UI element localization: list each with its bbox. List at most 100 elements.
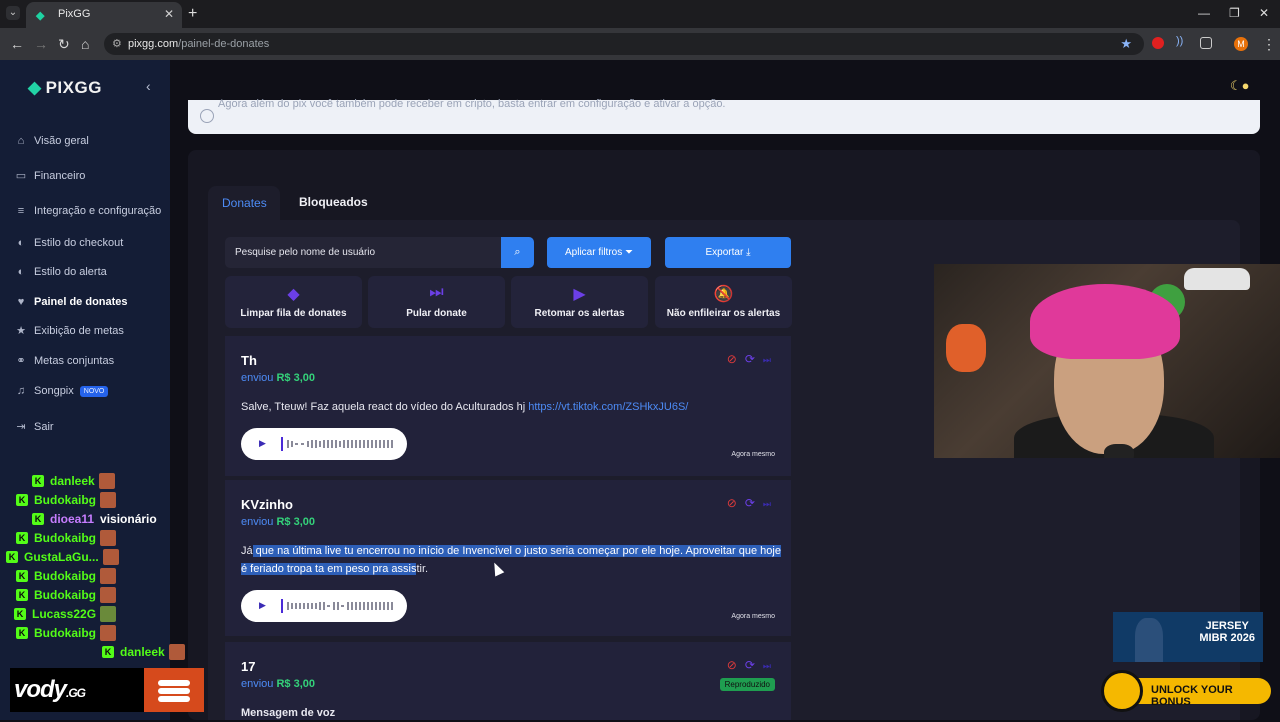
bonus-logo-icon [1101,670,1143,712]
url-field[interactable]: ⚙ pixgg.com/painel-de-donates ★ [104,33,1144,55]
sidebar-item-integracao[interactable]: ≡ Integração e configuração [14,201,161,221]
minimize-icon[interactable]: — [1198,6,1210,20]
player-figure-shape [1135,618,1163,662]
lamp-shape [946,324,986,372]
block-icon[interactable]: ⊘ [727,352,737,366]
donation-message: Já que na última live tu encerrou no iní… [241,545,781,575]
new-tab-button[interactable]: + [188,5,197,23]
extensions-puzzle-icon[interactable] [1200,37,1212,49]
home-browser-icon[interactable]: ⌂ [81,36,89,52]
chat-message: K Budokaibg [16,624,116,642]
sidebar-item-songpix[interactable]: ♫ Songpix NOVO [14,381,109,401]
donation-time: Agora mesmo [731,451,775,458]
chat-message: Kdanleek [32,472,115,490]
play-audio-icon[interactable]: ▶ [259,438,266,449]
toy-car-shape [1184,268,1250,290]
clear-queue-button[interactable]: ◆ Limpar fila de donates [225,276,362,328]
bookmark-star-icon[interactable]: ★ [1120,36,1132,52]
search-button[interactable]: ⌕ [501,237,534,268]
no-queue-alerts-button[interactable]: 🔕 Não enfileirar os alertas [655,276,792,328]
extension-red-icon[interactable] [1152,37,1164,49]
wallet-icon: ▭ [15,170,27,182]
sidebar-item-estilo-checkout[interactable]: ◐ Estilo do checkout [14,233,124,253]
pixgg-logo[interactable]: ◆ PIXGG [28,78,102,98]
sidebar-item-sair[interactable]: ⇥ Sair [14,417,53,437]
sidebar-item-painel-donates[interactable]: ♥ Painel de donates [14,292,128,312]
extension-wave-icon[interactable]: )) [1176,35,1188,47]
donation-link[interactable]: https://vt.tiktok.com/ZSHkxJU6S/ [528,401,688,413]
site-info-icon[interactable]: ⚙ [112,37,122,50]
browser-menu-icon[interactable]: ⋮ [1262,36,1276,53]
info-banner: Agora além do pix você também pode receb… [188,98,1260,134]
apply-filters-button[interactable]: Aplicar filtros ⏷ [547,237,651,268]
emote-icon [100,625,116,641]
logout-icon: ⇥ [16,421,26,433]
chat-message: K Budokaibg [16,586,116,604]
donation-actions: ⊘ ⟳ ⏭ [727,658,771,672]
skip-small-icon[interactable]: ⏭ [763,499,771,509]
skip-small-icon[interactable]: ⏭ [763,661,771,671]
close-tab-icon[interactable]: ✕ [164,7,174,21]
chat-message: Kdioea11 visionário [32,510,157,528]
block-icon[interactable]: ⊘ [727,496,737,510]
sidebar-item-exibicao-metas[interactable]: ★ Exibição de metas [14,321,124,341]
tab-title: PixGG [58,8,91,20]
sidebar-item-visao-geral[interactable]: ⌂ Visão geral [14,131,89,151]
webcam-overlay [934,264,1280,458]
audio-waveform [281,599,393,613]
donor-name: Th [241,353,257,368]
forward-icon[interactable]: → [34,36,48,52]
home-icon: ⌂ [17,135,25,147]
export-button[interactable]: Exportar ⤓ [665,237,791,268]
emote-icon [100,530,116,546]
sidebar-item-financeiro[interactable]: ▭ Financeiro [14,166,86,186]
tab-donates[interactable]: Donates [208,186,280,222]
block-icon[interactable]: ⊘ [727,658,737,672]
donation-message: Mensagem de voz [241,707,336,719]
mibr-jersey-ad: JERSEY MIBR 2026 [1113,612,1263,662]
unlock-bonus-overlay: UNLOCK YOUR BONUS [1101,670,1271,712]
sidebar-item-metas-conjuntas[interactable]: ⚭ Metas conjuntas [14,351,114,371]
donor-name: 17 [241,659,256,674]
chat-message: K GustaLaGu... [6,548,119,566]
search-input[interactable] [225,237,501,268]
reload-icon[interactable]: ↻ [58,36,70,53]
skip-donate-button[interactable]: ⏭ Pular donate [368,276,505,328]
back-icon[interactable]: ← [10,36,24,52]
emote-icon [102,549,119,565]
kick-badge-icon: K [16,494,28,506]
kick-badge-icon: K [16,532,28,544]
donation-amount-line: enviou R$ 3,00 [241,516,316,528]
donation-item: Th enviou R$ 3,00 ⊘ ⟳ ⏭ Salve, Tteuw! Faz … [225,336,791,476]
play-audio-icon[interactable]: ▶ [259,600,266,611]
resume-alerts-button[interactable]: ▶ Retomar os alertas [511,276,648,328]
kick-badge-icon: K [32,513,44,525]
chat-message: K Budokaibg [16,567,116,585]
restore-icon[interactable]: ❐ [1229,6,1240,20]
replay-icon[interactable]: ⟳ [745,352,755,366]
replay-icon[interactable]: ⟳ [745,496,755,510]
play-icon: ▶ [573,286,586,303]
theme-toggle-icon[interactable]: ☾● [1230,78,1250,94]
tab-search-icon[interactable]: ⌄ [6,6,20,20]
sidebar-item-estilo-alerta[interactable]: ◐ Estilo do alerta [14,262,107,282]
microphone-shape [1104,444,1134,458]
tab-bloqueados[interactable]: Bloqueados [299,195,368,209]
status-badge: Reproduzido [719,678,775,691]
chat-message: K Budokaibg [16,529,116,547]
settings-icon: ≡ [17,205,25,217]
star-icon: ★ [16,325,26,337]
profile-avatar[interactable]: M [1234,37,1248,51]
vody-logo-icon [144,668,204,712]
skip-small-icon[interactable]: ⏭ [763,355,771,365]
url-text: pixgg.com/painel-de-donates [128,38,270,50]
audio-player[interactable]: ▶ [241,428,407,460]
collapse-sidebar-icon[interactable]: ‹ [146,78,151,94]
kick-badge-icon: K [102,646,114,658]
audio-player[interactable]: ▶ [241,590,407,622]
close-window-icon[interactable]: ✕ [1259,6,1269,20]
emote-icon [100,568,116,584]
replay-icon[interactable]: ⟳ [745,658,755,672]
donation-actions: ⊘ ⟳ ⏭ [727,352,771,366]
browser-tab[interactable]: ◆ PixGG ✕ [26,2,182,28]
